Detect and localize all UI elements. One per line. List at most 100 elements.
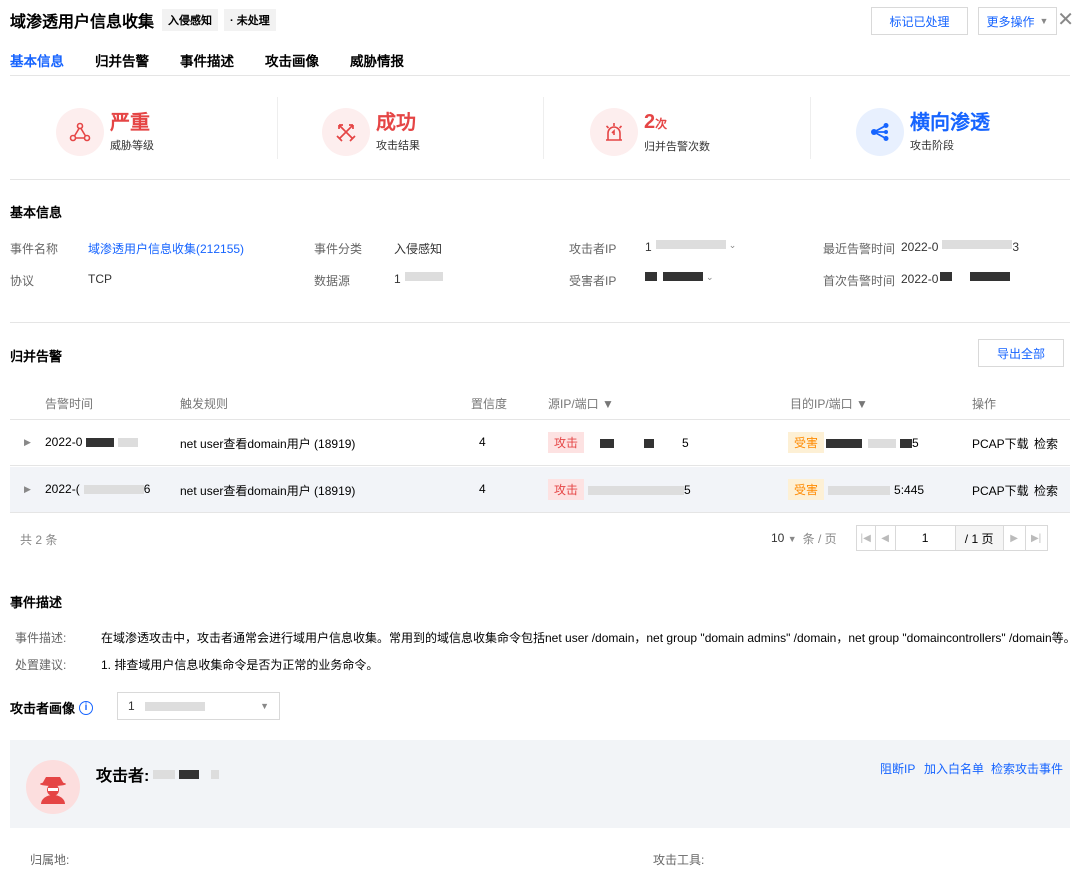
next-page-icon[interactable]: ▶	[1003, 525, 1026, 551]
crossed-swords-icon	[322, 108, 370, 156]
molecule-icon	[56, 108, 104, 156]
pcap-download-link[interactable]: PCAP下载	[972, 482, 1029, 499]
page-title: 域渗透用户信息收集	[10, 14, 155, 31]
more-actions-label: 更多操作	[986, 14, 1035, 29]
attacker-ip-title: 攻击者:	[96, 762, 220, 786]
row-time: 2022-0	[45, 435, 139, 449]
victim-ip-field: 受害者IP ⌄	[569, 272, 714, 289]
redacted-block	[942, 240, 1013, 249]
advice-value: 1. 排查域用户信息收集命令是否为正常的业务命令。	[101, 658, 379, 672]
attacker-ip-value: 1	[645, 240, 652, 254]
col-src: 源IP/端口 ▼	[548, 397, 614, 411]
chevron-down-icon: ▼	[260, 701, 269, 711]
recent-time-tail: 3	[1012, 240, 1020, 254]
category-tag: 入侵感知	[162, 9, 219, 31]
filter-icon[interactable]: ▼	[856, 397, 868, 411]
chevron-down-icon: ▼	[1039, 16, 1049, 26]
close-icon[interactable]: ✕	[1057, 8, 1074, 32]
datasource-value: 1	[394, 272, 401, 286]
expand-icon[interactable]: ▶	[24, 484, 31, 495]
attack-tools-label: 攻击工具:	[653, 853, 705, 867]
col-confidence: 置信度	[471, 397, 508, 411]
first-time-value: 2022-0	[901, 272, 939, 286]
per-page-label: 条 / 页	[802, 531, 837, 546]
table-row[interactable]: ▶ 2022-(6 net user查看domain用户 (18919) 4 攻…	[10, 467, 1070, 513]
tab-threat-intel[interactable]: 威胁情报	[350, 50, 404, 76]
last-page-icon[interactable]: ▶|	[1025, 525, 1048, 551]
section-divider	[10, 179, 1070, 180]
status-tag: · 未处理	[224, 9, 276, 31]
stat-divider	[810, 97, 811, 159]
tab-merged-alerts[interactable]: 归并告警	[95, 50, 149, 76]
stat-threat-level: 严重 威胁等级	[56, 106, 154, 158]
stat-count-value: 2次	[644, 111, 668, 133]
expand-icon[interactable]: ▶	[24, 437, 31, 448]
attacker-select[interactable]: 1 ▼	[117, 692, 280, 720]
row-time: 2022-(6	[45, 482, 151, 496]
more-actions-button[interactable]: 更多操作 ▼	[978, 7, 1057, 35]
section-divider	[10, 322, 1070, 323]
stat-threat-label: 威胁等级	[110, 140, 154, 152]
attacker-panel: 攻击者: 阻断IP 加入白名单 检索攻击事件	[10, 740, 1070, 828]
alarm-icon	[590, 108, 638, 156]
page-input[interactable]: 1	[895, 525, 956, 551]
row-src: 攻击 5	[548, 432, 689, 453]
search-attack-events-link[interactable]: 检索攻击事件	[991, 760, 1063, 777]
row-src: 攻击 5	[548, 479, 691, 500]
stat-stage-label: 攻击阶段	[910, 140, 954, 152]
tab-divider	[10, 75, 1070, 76]
search-link[interactable]: 检索	[1034, 482, 1058, 499]
prev-page-icon[interactable]: ◀	[875, 525, 896, 551]
redacted-block	[663, 272, 703, 281]
datasource-field: 数据源 1	[314, 272, 443, 289]
page-size-select[interactable]: 10 ▼	[771, 531, 797, 545]
stat-merged-count: 2次 归并告警次数	[590, 106, 710, 158]
protocol-value: TCP	[88, 272, 112, 286]
first-page-icon[interactable]: |◀	[855, 525, 876, 551]
tab-attack-profile[interactable]: 攻击画像	[265, 50, 319, 76]
category-value: 入侵感知	[394, 242, 443, 256]
stat-stage-value: 横向渗透	[910, 112, 990, 134]
search-link[interactable]: 检索	[1034, 435, 1058, 452]
add-whitelist-link[interactable]: 加入白名单	[924, 760, 984, 777]
redacted-block	[655, 240, 726, 249]
stat-result-value: 成功	[376, 112, 416, 134]
attacker-ip-field: 攻击者IP 1 ⌄	[569, 240, 737, 257]
alerts-title: 归并告警	[10, 349, 63, 364]
pagination: 10 ▼ 条 / 页 |◀ ◀ 1 / 1 页 ▶ ▶|	[771, 525, 1048, 551]
block-ip-link[interactable]: 阻断IP	[880, 760, 915, 777]
chevron-down-icon[interactable]: ⌄	[706, 272, 714, 289]
row-confidence: 4	[479, 482, 486, 496]
filter-icon[interactable]: ▼	[602, 397, 614, 411]
header-bar: 域渗透用户信息收集 入侵感知 · 未处理	[10, 9, 282, 31]
basic-info-title: 基本信息	[10, 205, 63, 220]
info-icon[interactable]: i	[79, 700, 94, 715]
event-name-field: 事件名称 域渗透用户信息收集(212155)	[10, 240, 245, 257]
pcap-download-link[interactable]: PCAP下载	[972, 435, 1029, 452]
category-field: 事件分类 入侵感知	[314, 242, 443, 256]
tab-event-desc[interactable]: 事件描述	[180, 50, 234, 76]
col-rule: 触发规则	[180, 397, 229, 411]
recent-time-field: 最近告警时间 2022-0 3	[823, 240, 1020, 256]
event-desc-value: 在域渗透攻击中，攻击者通常会进行域用户信息收集。常用到的域信息收集命令包括net…	[101, 631, 1076, 645]
attacker-select-value: 1	[128, 699, 205, 713]
col-time: 告警时间	[45, 397, 94, 411]
first-time-field: 首次告警时间 2022-0	[823, 272, 1011, 289]
redacted-block	[645, 272, 657, 281]
total-count: 共 2 条	[20, 533, 58, 547]
mark-handled-button[interactable]: 标记已处理	[871, 7, 968, 35]
alerts-table-header: 告警时间 触发规则 置信度 源IP/端口 ▼ 目的IP/端口 ▼ 操作	[10, 386, 1070, 420]
chevron-down-icon[interactable]: ⌄	[729, 240, 737, 257]
table-row[interactable]: ▶ 2022-0 net user查看domain用户 (18919) 4 攻击…	[10, 420, 1070, 466]
col-action: 操作	[972, 397, 997, 411]
event-name-link[interactable]: 域渗透用户信息收集(212155)	[88, 240, 244, 257]
stat-divider	[543, 97, 544, 159]
tab-basic-info[interactable]: 基本信息	[10, 50, 64, 76]
stat-result-label: 攻击结果	[376, 140, 420, 152]
redacted-block	[404, 272, 443, 281]
export-all-button[interactable]: 导出全部	[978, 339, 1064, 367]
recent-time-value: 2022-0	[901, 240, 939, 254]
stat-count-label: 归并告警次数	[644, 141, 710, 153]
chevron-down-icon: ▼	[787, 534, 797, 544]
stat-attack-stage: 横向渗透 攻击阶段	[856, 106, 990, 158]
